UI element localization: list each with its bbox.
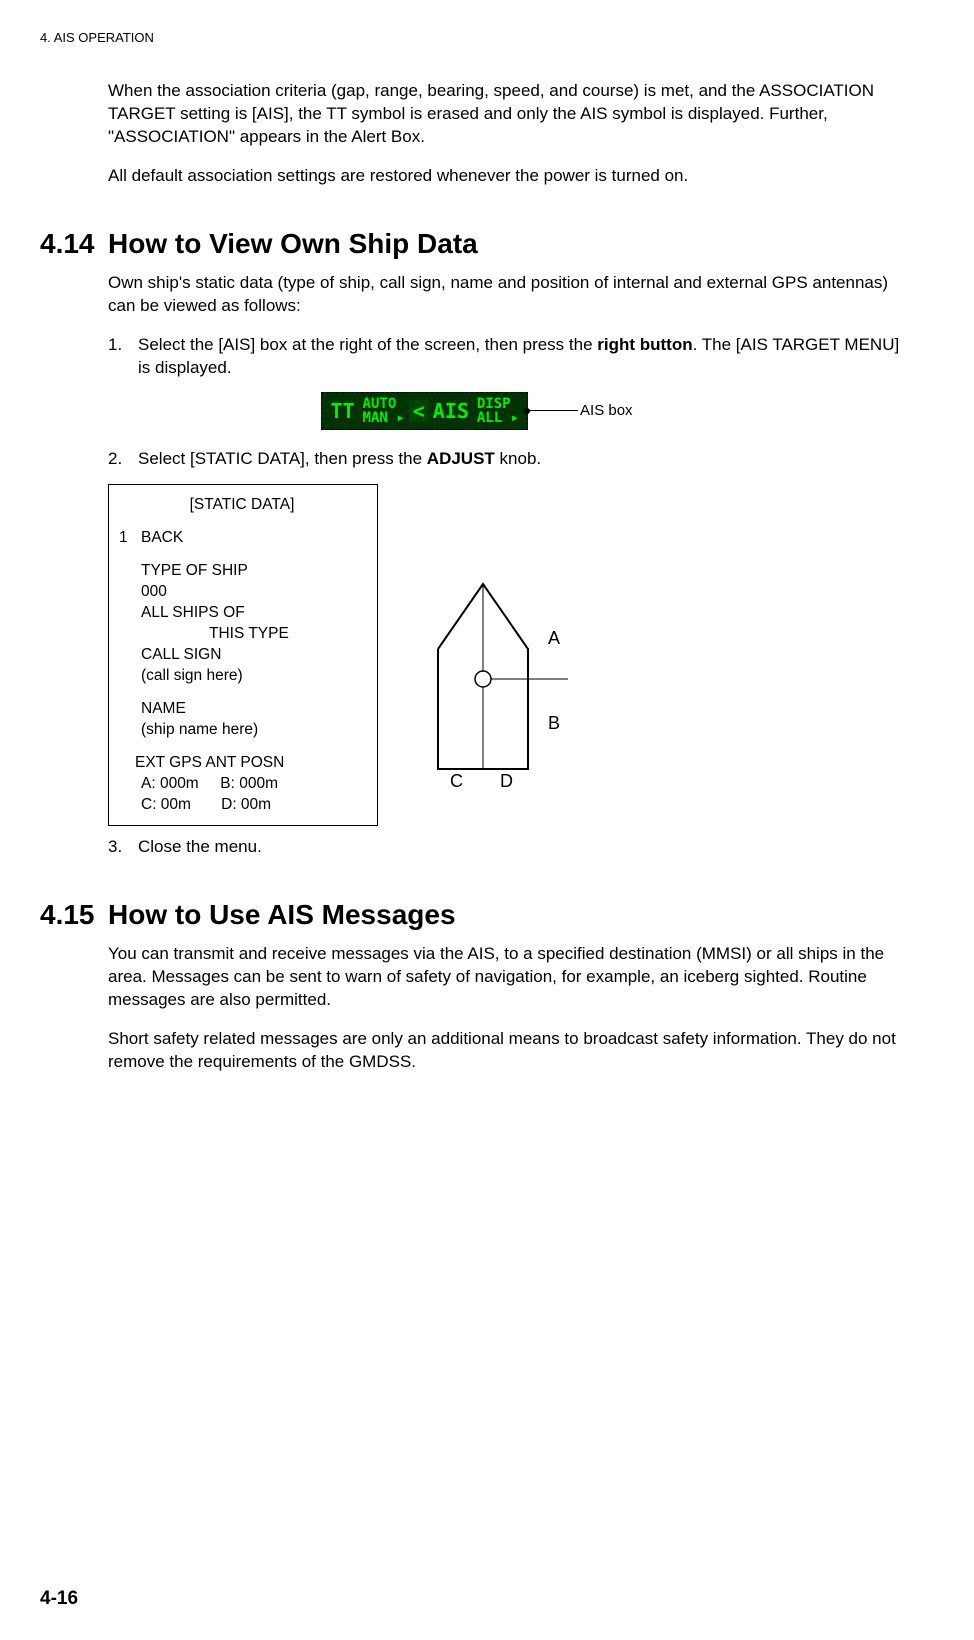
menu-name-value: (ship name here) xyxy=(141,720,365,741)
label-a: A xyxy=(548,628,560,648)
section-title: How to View Own Ship Data xyxy=(108,228,478,260)
step2-text-post: knob. xyxy=(495,449,541,468)
section-4-15-heading: 4.15 How to Use AIS Messages xyxy=(40,899,914,931)
label-c: C xyxy=(450,771,463,791)
intro-paragraph-1: When the association criteria (gap, rang… xyxy=(108,80,914,149)
step2-text-pre: Select [STATIC DATA], then press the xyxy=(138,449,427,468)
ais-box-image: TT AUTOMAN ▸ < AIS DISPALL ▸ xyxy=(321,392,528,430)
intro-paragraph-2: All default association settings are res… xyxy=(108,165,914,188)
menu-callsign-label: CALL SIGN xyxy=(141,645,365,666)
menu-allships-2: THIS TYPE xyxy=(209,624,365,645)
menu-title: [STATIC DATA] xyxy=(119,495,365,516)
section-title: How to Use AIS Messages xyxy=(108,899,456,931)
ship-svg: A B C D xyxy=(408,569,588,799)
step-content: Close the menu. xyxy=(138,836,914,859)
menu-ext-ab: A: 000m B: 000m xyxy=(141,774,365,795)
step-1: 1. Select the [AIS] box at the right of … xyxy=(108,334,914,380)
section-number: 4.14 xyxy=(40,228,108,260)
step-content: Select the [AIS] box at the right of the… xyxy=(138,334,914,380)
menu-name-label: NAME xyxy=(141,699,365,720)
menu-ext-cd: C: 00m D: 00m xyxy=(141,795,365,816)
step2-text-bold: ADJUST xyxy=(427,449,495,468)
step-number: 3. xyxy=(108,836,138,859)
step-content: Select [STATIC DATA], then press the ADJ… xyxy=(138,448,914,471)
disp-all-label: DISPALL ▸ xyxy=(473,396,523,426)
step1-text-bold: right button xyxy=(597,335,692,354)
label-d: D xyxy=(500,771,513,791)
ais-box-figure: TT AUTOMAN ▸ < AIS DISPALL ▸ AIS box xyxy=(40,392,914,430)
menu-callsign-value: (call sign here) xyxy=(141,666,365,687)
section-4-15-p2: Short safety related messages are only a… xyxy=(108,1028,914,1074)
tt-label: TT xyxy=(326,400,358,422)
page-header: 4. AIS OPERATION xyxy=(40,30,914,45)
step-number: 2. xyxy=(108,448,138,471)
auto-man-label: AUTOMAN ▸ xyxy=(359,396,409,426)
ext-b: B: 000m xyxy=(220,775,278,792)
section-4-14-heading: 4.14 How to View Own Ship Data xyxy=(40,228,914,260)
pointer-dot xyxy=(524,408,530,414)
static-data-figure: [STATIC DATA] 1 BACK TYPE OF SHIP 000 AL… xyxy=(108,484,914,826)
ais-box-caption: AIS box xyxy=(580,402,633,419)
chevron-label: < xyxy=(409,400,429,422)
section-4-14-intro: Own ship's static data (type of ship, ca… xyxy=(108,272,914,318)
static-data-menu: [STATIC DATA] 1 BACK TYPE OF SHIP 000 AL… xyxy=(108,484,378,826)
menu-type-of-ship: TYPE OF SHIP xyxy=(141,561,365,582)
section-4-15-p1: You can transmit and receive messages vi… xyxy=(108,943,914,1012)
menu-allships-1: ALL SHIPS OF xyxy=(141,603,365,624)
page-number: 4-16 xyxy=(40,1588,78,1610)
step-number: 1. xyxy=(108,334,138,380)
step-3: 3. Close the menu. xyxy=(108,836,914,859)
menu-type-value: 000 xyxy=(141,582,365,603)
ext-d: D: 00m xyxy=(221,796,271,813)
label-b: B xyxy=(548,713,560,733)
pointer-line xyxy=(528,410,578,411)
ais-label-text: AIS xyxy=(429,400,473,422)
menu-item-back: BACK xyxy=(141,528,183,549)
ship-diagram: A B C D xyxy=(408,569,588,804)
menu-item-number: 1 xyxy=(119,528,141,549)
step1-text-pre: Select the [AIS] box at the right of the… xyxy=(138,335,597,354)
menu-ext-gps-label: EXT GPS ANT POSN xyxy=(135,753,365,774)
ext-c: C: 00m xyxy=(141,796,191,813)
section-number: 4.15 xyxy=(40,899,108,931)
ext-a: A: 000m xyxy=(141,775,199,792)
step-2: 2. Select [STATIC DATA], then press the … xyxy=(108,448,914,471)
